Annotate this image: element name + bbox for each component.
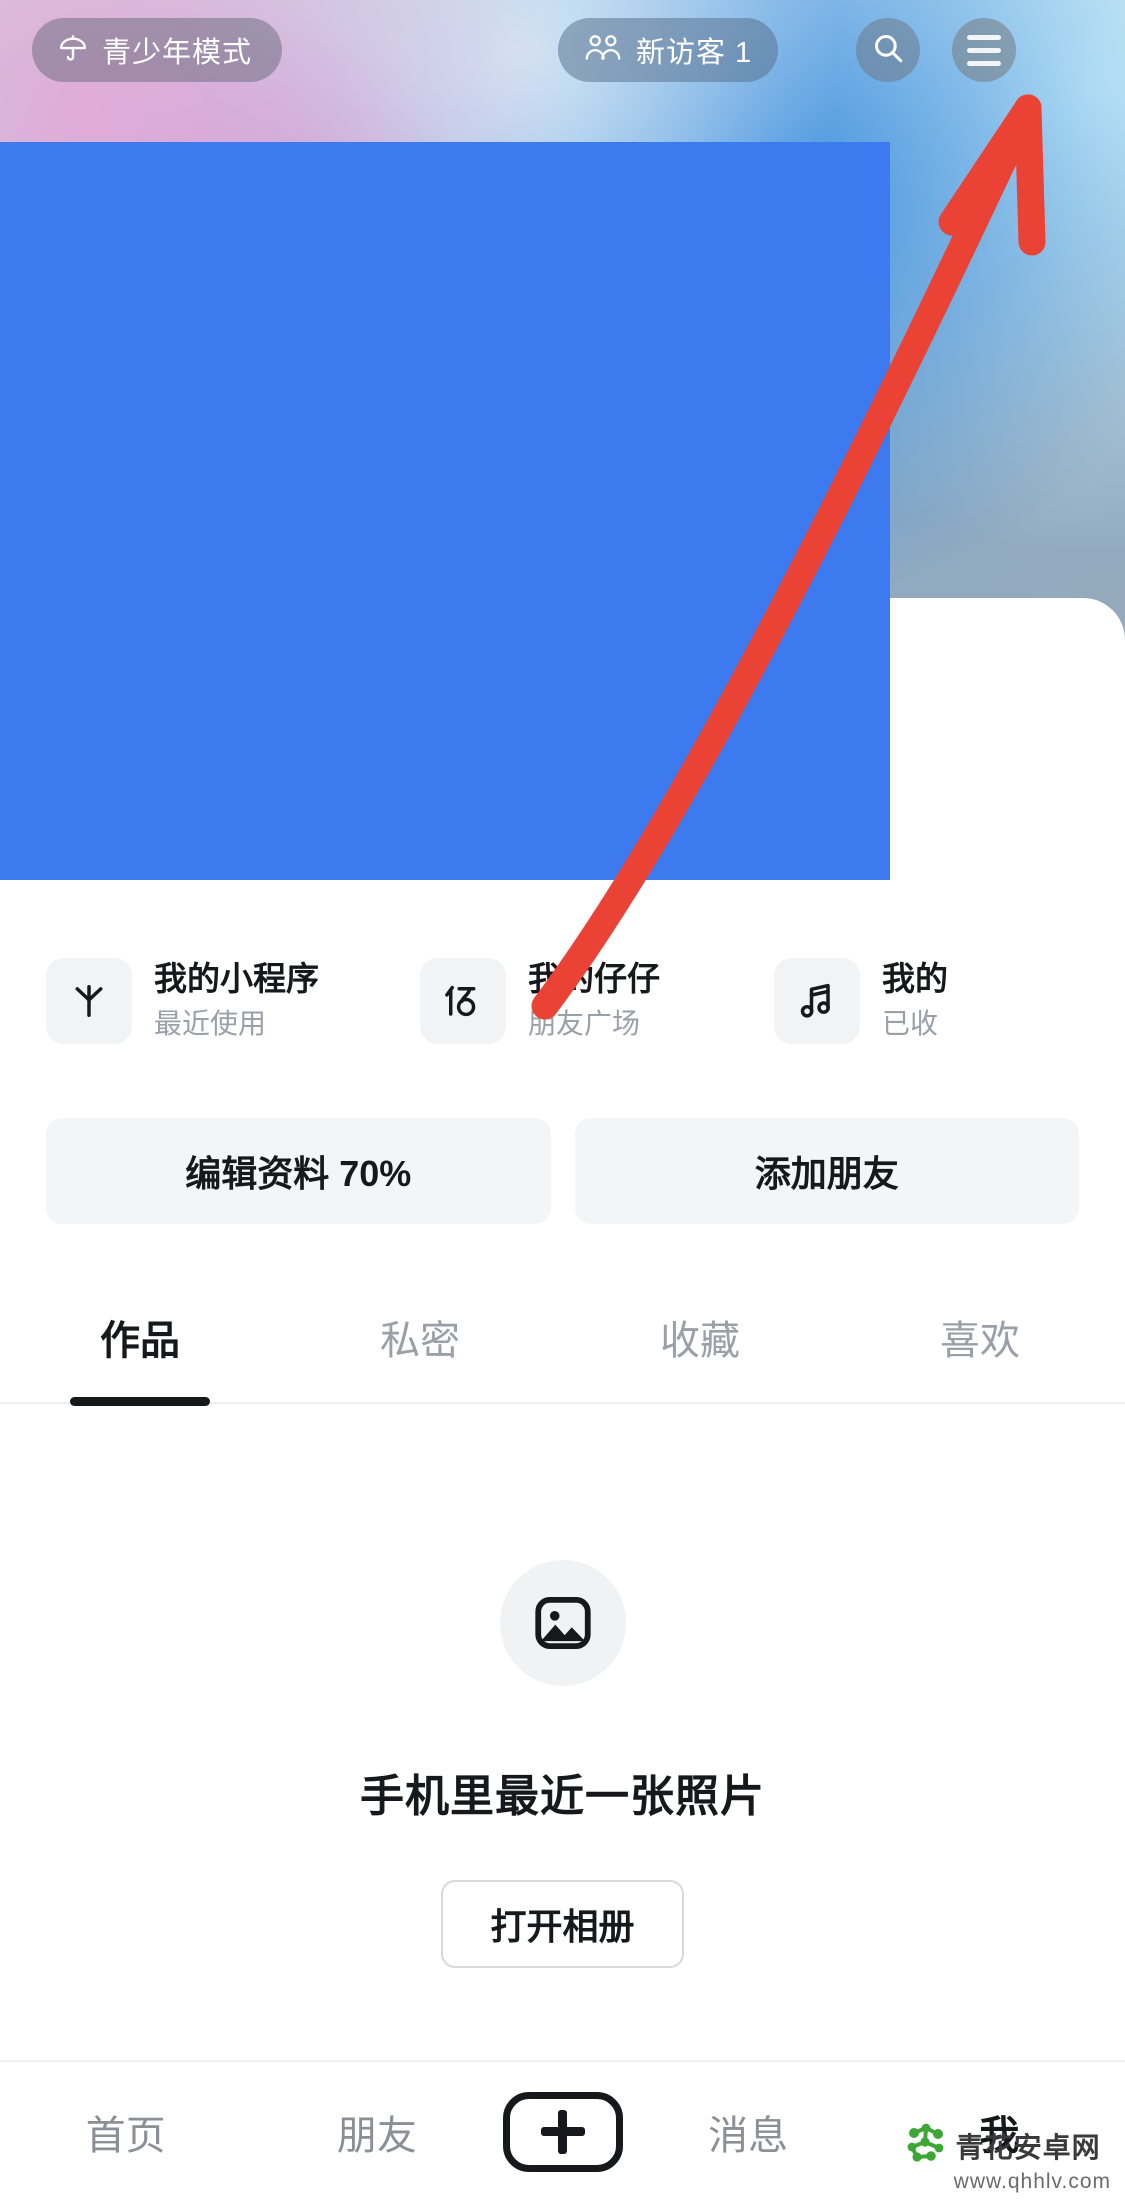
shortcut-title: 我的小程序: [154, 959, 319, 997]
tab-favorites[interactable]: 收藏: [560, 1286, 840, 1366]
nav-item-home[interactable]: 首页: [0, 2103, 251, 2161]
shortcut-zaizai[interactable]: 我的仔仔 朋友广场: [420, 958, 760, 1044]
new-visitor-button[interactable]: 新访客 1: [558, 18, 779, 82]
site-watermark: 青花安卓网 www.qhhlv.com: [904, 2121, 1111, 2194]
search-icon: [871, 31, 905, 70]
new-visitor-label: 新访客 1: [636, 37, 753, 69]
shortcut-row[interactable]: 我的小程序 最近使用 我的仔仔 朋友广场 我的 已收: [0, 906, 1125, 1096]
empty-state: 手机里最近一张照片 打开相册: [0, 1560, 1125, 1968]
profile-screen: 青少年模式 新访客 1 我的小程序 最近使用 我的仔仔 朋友广场 我的 已收 编…: [0, 0, 1125, 2202]
nav-item-messages[interactable]: 消息: [623, 2103, 874, 2161]
watermark-name: 青花安卓网: [955, 2131, 1101, 2163]
profile-actions: 编辑资料 70% 添加朋友: [0, 1118, 1125, 1224]
umbrella-icon: [58, 32, 88, 69]
shortcut-music[interactable]: 我的 已收: [774, 958, 1114, 1044]
shortcut-subtitle: 最近使用: [154, 1007, 267, 1039]
open-album-button[interactable]: 打开相册: [441, 1880, 684, 1968]
asterisk-icon: [46, 958, 132, 1044]
hamburger-menu-icon: [967, 34, 1001, 66]
edit-profile-button[interactable]: 编辑资料 70%: [46, 1118, 551, 1224]
empty-state-text: 手机里最近一张照片: [360, 1772, 765, 1821]
hamburger-menu-button[interactable]: [952, 18, 1016, 82]
shortcut-title: 我的仔仔: [528, 959, 660, 997]
redaction-overlay: [0, 142, 890, 880]
shortcut-subtitle: 已收: [882, 1007, 939, 1039]
music-note-icon: [774, 958, 860, 1044]
plus-icon: [540, 2110, 585, 2154]
top-bar: 青少年模式 新访客 1: [0, 0, 1125, 96]
nav-create-button[interactable]: [502, 2092, 623, 2172]
teen-mode-button[interactable]: 青少年模式: [32, 18, 283, 82]
zaizai-glyph-icon: [420, 958, 506, 1044]
tab-works[interactable]: 作品: [0, 1286, 280, 1366]
search-button[interactable]: [856, 18, 920, 82]
add-friend-button[interactable]: 添加朋友: [574, 1118, 1079, 1224]
two-people-icon: [584, 33, 622, 68]
green-molecule-logo: [904, 2121, 948, 2170]
teen-mode-label: 青少年模式: [102, 37, 253, 69]
shortcut-mini-program[interactable]: 我的小程序 最近使用: [46, 958, 406, 1044]
tab-private[interactable]: 私密: [280, 1286, 560, 1366]
shortcut-title: 我的: [882, 959, 948, 997]
nav-item-friends[interactable]: 朋友: [251, 2103, 502, 2161]
image-placeholder-icon: [499, 1560, 626, 1686]
content-tabs: 作品 私密 收藏 喜欢: [0, 1286, 1125, 1404]
tab-likes[interactable]: 喜欢: [840, 1286, 1120, 1366]
watermark-url: www.qhhlv.com: [953, 2170, 1111, 2193]
shortcut-subtitle: 朋友广场: [528, 1007, 641, 1039]
